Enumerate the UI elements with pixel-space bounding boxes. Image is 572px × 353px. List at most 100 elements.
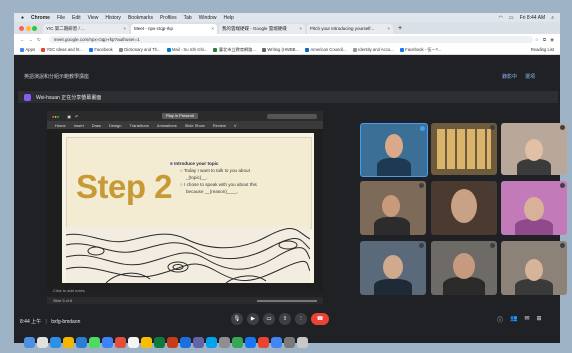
participant-tile[interactable]	[501, 241, 567, 295]
bullet-sub-cont: because __(reason)____.	[186, 189, 239, 194]
close-tab-icon[interactable]: ×	[299, 24, 302, 34]
person-face	[383, 255, 403, 279]
tab-drive[interactable]: 我的雲端硬碟 - Google 雲端硬碟 ×	[219, 24, 305, 34]
bookmark-item[interactable]: Facebook	[88, 47, 113, 52]
menu-file[interactable]: File	[57, 15, 65, 21]
info-icon[interactable]: ⓘ	[497, 315, 503, 324]
app-store-icon[interactable]	[206, 336, 217, 348]
bookmark-item[interactable]: Identity and Acco...	[352, 47, 394, 52]
menu-profiles[interactable]: Profiles	[160, 15, 177, 21]
excel-icon[interactable]	[154, 336, 165, 348]
participant-tile[interactable]	[431, 241, 497, 295]
call-controls: 🎙 ▶ ▭ ⇪ ⋮ ☎	[231, 313, 329, 325]
bookmark-item[interactable]: YEC Ideas and ht...	[41, 47, 83, 52]
menu-window[interactable]: Window	[199, 15, 217, 21]
participant-tile[interactable]	[360, 241, 426, 295]
extensions-icon[interactable]: ⧉	[543, 37, 546, 42]
battery-icon[interactable]: ▭	[509, 15, 514, 21]
activities-icon[interactable]: ⊞	[537, 315, 542, 324]
end-call-button[interactable]: ☎	[311, 313, 329, 325]
search-icon[interactable]: ⌕	[551, 15, 554, 21]
participant-tile[interactable]	[360, 181, 426, 235]
contour-pattern-image	[66, 227, 310, 283]
preview-icon[interactable]	[284, 336, 295, 348]
tab-label: Pitch your Introducing yourself...	[310, 26, 375, 31]
tab-pitch[interactable]: Pitch your Introducing yourself... ×	[307, 24, 393, 34]
wifi-icon[interactable]: ◠	[499, 15, 503, 21]
music-icon[interactable]	[258, 336, 269, 348]
mail-icon[interactable]	[102, 336, 113, 348]
photos-icon[interactable]	[128, 336, 139, 348]
menu-help[interactable]: Help	[224, 15, 234, 21]
minimize-window-icon[interactable]	[25, 26, 31, 31]
captions-button[interactable]: ▭	[263, 313, 275, 325]
ribbon-tab-transitions: Transitions	[129, 122, 149, 128]
chrome-icon[interactable]	[63, 336, 74, 348]
bookmark-item[interactable]: Writing (HWBB...	[261, 47, 299, 52]
more-options-button[interactable]: ⋮	[295, 313, 307, 325]
meet-icon[interactable]	[232, 336, 243, 348]
reload-icon[interactable]: ↻	[37, 37, 41, 43]
back-icon[interactable]: ←	[20, 37, 25, 42]
mic-button[interactable]: 🎙	[231, 313, 243, 325]
bookmark-item[interactable]: 臺北市立教育網路...	[213, 47, 256, 53]
close-tab-icon[interactable]: ×	[211, 24, 214, 34]
messenger-icon[interactable]	[245, 336, 256, 348]
zoom-icon[interactable]	[180, 336, 191, 348]
bookmark-item[interactable]: Apps	[20, 47, 35, 52]
close-tab-icon[interactable]: ×	[123, 24, 126, 34]
menu-view[interactable]: View	[88, 15, 99, 21]
safari-icon[interactable]	[50, 336, 61, 348]
url-field[interactable]: meet.google.com/npx-ctqp-rkp?authuser=1	[48, 36, 533, 43]
messages-icon[interactable]	[89, 336, 100, 348]
ribbon-tab-home: Home	[55, 122, 66, 128]
tab-yic[interactable]: YIC 第二期研習 / ... ×	[43, 24, 129, 34]
chat-icon[interactable]: ✉	[525, 315, 530, 324]
bookmark-item[interactable]: Facebook - 伍一?...	[399, 47, 441, 53]
menu-edit[interactable]: Edit	[72, 15, 81, 21]
drive-icon[interactable]	[271, 336, 282, 348]
finder-icon[interactable]	[24, 336, 35, 348]
close-window-icon[interactable]	[19, 26, 24, 31]
reading-list[interactable]: Reading List	[531, 47, 554, 52]
participant-tile[interactable]	[431, 123, 497, 175]
menubar-clock[interactable]: Fri 8:44 AM	[520, 15, 546, 21]
menu-history[interactable]: History	[105, 15, 121, 21]
apple-icon[interactable]: ●	[21, 15, 24, 21]
bookmark-item[interactable]: American Council...	[304, 47, 347, 52]
settings-icon[interactable]	[219, 336, 230, 348]
forward-icon[interactable]: →	[29, 37, 34, 42]
participant-tile[interactable]	[501, 181, 567, 235]
word-icon[interactable]	[76, 336, 87, 348]
profile-avatar[interactable]: ◉	[550, 37, 554, 43]
person-body	[443, 277, 485, 295]
ppt-ribbon-tabs: Home Insert Draw Design Transitions Anim…	[47, 121, 323, 129]
teams-icon[interactable]	[193, 336, 204, 348]
participant-tile[interactable]	[431, 181, 497, 235]
participant-tile[interactable]	[501, 123, 567, 175]
new-tab-icon[interactable]: +	[398, 25, 402, 32]
launchpad-icon[interactable]	[37, 336, 48, 348]
trash-icon[interactable]	[297, 336, 308, 348]
calendar-icon[interactable]	[115, 336, 126, 348]
participant-tile[interactable]	[360, 123, 428, 177]
menu-chrome[interactable]: Chrome	[31, 15, 50, 21]
close-tab-icon[interactable]: ×	[387, 24, 390, 34]
options-link[interactable]: 選項	[525, 73, 535, 80]
bookmark-star-icon[interactable]: ☆	[535, 37, 539, 43]
notes-icon[interactable]	[141, 336, 152, 348]
people-icon[interactable]: 👥	[510, 315, 517, 324]
zoom-window-icon[interactable]	[32, 26, 37, 31]
mic-off-icon	[419, 183, 424, 188]
person-face	[451, 189, 477, 223]
present-button[interactable]: ⇪	[279, 313, 291, 325]
menu-tab[interactable]: Tab	[184, 15, 192, 21]
menu-bookmarks[interactable]: Bookmarks	[128, 15, 153, 21]
browser-tab-strip: YIC 第二期研習 / ... × Meet - npx-ctqp-rkp × 我的…	[14, 22, 560, 34]
tab-meet[interactable]: Meet - npx-ctqp-rkp ×	[131, 24, 217, 34]
bookmark-item[interactable]: Mail - Su Ichi Ichi...	[166, 47, 207, 52]
powerpoint-icon[interactable]	[167, 336, 178, 348]
bookmark-item[interactable]: Dictionary and Th...	[118, 47, 161, 52]
camera-button[interactable]: ▶	[247, 313, 259, 325]
recording-link[interactable]: 錄影中	[502, 73, 517, 80]
